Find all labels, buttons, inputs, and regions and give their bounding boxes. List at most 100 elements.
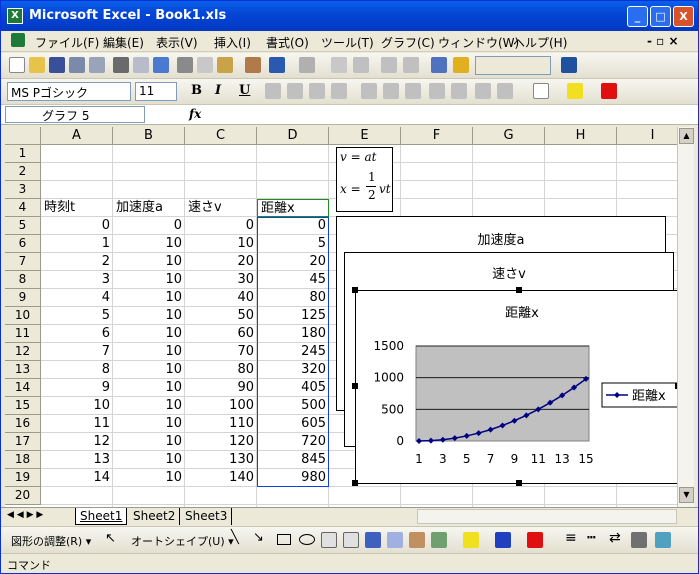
cell-a[interactable]: 10 [113,325,185,343]
row-header[interactable]: 8 [5,271,41,289]
cell-a[interactable]: 10 [113,343,185,361]
sort-ascending-icon[interactable] [381,57,397,73]
decrease-decimal-icon[interactable] [451,83,467,99]
cell-a[interactable]: 10 [113,307,185,325]
cell-t[interactable]: 2 [41,253,113,271]
textbox-tool-icon[interactable] [321,532,337,548]
cell-v[interactable]: 70 [185,343,257,361]
hyperlink-icon[interactable] [331,57,347,73]
wordart-icon[interactable] [365,532,381,548]
dash-style-icon[interactable]: ┅ [587,530,595,546]
cell-v[interactable]: 20 [185,253,257,271]
clipart-icon[interactable] [409,532,425,548]
font-size-select[interactable]: 11 [135,82,177,101]
row-header[interactable]: 5 [5,217,41,235]
menu-file[interactable]: ファイル(F) [35,34,99,51]
menu-help[interactable]: ヘルプ(H) [513,34,567,51]
row-header[interactable]: 12 [5,343,41,361]
rectangle-tool-icon[interactable] [277,534,291,545]
picture-icon[interactable] [431,532,447,548]
new-icon[interactable] [9,57,25,73]
worksheet-grid[interactable]: A B C D E F G H I 1 2 3 4 5 6 7 8 9 10 11 12 13 14 15 1… [5,127,677,507]
tab-sheet1[interactable]: Sheet1 [75,508,128,525]
cell-a4[interactable]: 時刻t [41,199,78,217]
column-header-b[interactable]: B [113,127,185,145]
draw-font-color-icon[interactable] [527,532,543,548]
cell-b4[interactable]: 加速度a [113,199,166,217]
maximize-button[interactable]: □ [650,6,671,27]
underline-button[interactable]: U [239,83,250,98]
row-header[interactable]: 13 [5,361,41,379]
line-style-icon[interactable]: ≡ [565,530,577,546]
cell-a[interactable]: 10 [113,361,185,379]
cell-v[interactable]: 50 [185,307,257,325]
font-name-select[interactable]: MS Pゴシック [7,82,131,101]
drawing-icon[interactable] [453,57,469,73]
cell-v[interactable]: 110 [185,415,257,433]
3d-icon[interactable] [655,532,671,548]
cell-v[interactable]: 100 [185,397,257,415]
row-header[interactable]: 16 [5,415,41,433]
cell-t[interactable]: 6 [41,325,113,343]
cell-a[interactable]: 10 [113,289,185,307]
paste-icon[interactable] [217,57,233,73]
print-preview-icon[interactable] [133,57,149,73]
copy-icon[interactable] [197,57,213,73]
vertical-textbox-icon[interactable] [343,532,359,548]
diagram-icon[interactable] [387,532,403,548]
cell-t[interactable]: 5 [41,307,113,325]
close-button[interactable]: X [673,6,694,27]
permission-icon[interactable] [69,57,85,73]
row-header[interactable]: 6 [5,235,41,253]
menu-format[interactable]: 書式(O) [266,34,309,51]
scroll-down-arrow-icon[interactable]: ▼ [679,487,694,503]
cell-d4[interactable]: 距離x [257,199,329,217]
column-header-d[interactable]: D [257,127,329,145]
save-icon[interactable] [49,57,65,73]
menu-chart[interactable]: グラフ(C) [381,34,435,51]
row-header[interactable]: 1 [5,145,41,163]
increase-indent-icon[interactable] [497,83,513,99]
selection-handle[interactable] [516,287,522,293]
arrow-style-icon[interactable]: ⇄ [609,530,621,546]
cell-a[interactable]: 10 [113,235,185,253]
scroll-up-arrow-icon[interactable]: ▲ [679,128,694,144]
redo-icon[interactable] [299,57,315,73]
cell-t[interactable]: 9 [41,379,113,397]
select-all-corner[interactable] [5,127,41,145]
chart-wizard-icon[interactable] [431,57,447,73]
cell-c4[interactable]: 速さv [185,199,225,217]
autosum-icon[interactable] [353,57,369,73]
tab-sheet2[interactable]: Sheet2 [129,508,181,525]
column-header-g[interactable]: G [473,127,545,145]
increase-decimal-icon[interactable] [429,83,445,99]
shadow-icon[interactable] [631,532,647,548]
fill-color-icon[interactable] [567,83,583,99]
line-color-icon[interactable] [495,532,511,548]
selection-handle[interactable] [516,480,522,486]
cell-v[interactable]: 30 [185,271,257,289]
cell-v[interactable]: 0 [185,217,257,235]
row-header[interactable]: 2 [5,163,41,181]
column-header-h[interactable]: H [545,127,617,145]
oval-tool-icon[interactable] [299,534,315,545]
minimize-button[interactable]: _ [627,6,648,27]
help-icon[interactable] [561,57,577,73]
cell-a[interactable]: 10 [113,271,185,289]
align-left-icon[interactable] [265,83,281,99]
cell-t[interactable]: 7 [41,343,113,361]
selection-handle[interactable] [352,480,358,486]
borders-icon[interactable] [533,83,549,99]
excel-app-icon[interactable]: X [7,8,23,24]
undo-icon[interactable] [269,57,285,73]
arrow-tool-icon[interactable]: ↘ [253,530,264,545]
cell-v[interactable]: 130 [185,451,257,469]
print-icon[interactable] [113,57,129,73]
menu-edit[interactable]: 編集(E) [103,34,144,51]
row-header[interactable]: 20 [5,487,41,505]
cell-t[interactable]: 0 [41,217,113,235]
tab-scroll-arrows-icon[interactable]: ◀ ◀ ▶ ▶ [7,510,43,520]
email-icon[interactable] [89,57,105,73]
vertical-scrollbar[interactable]: ▲ ▼ [677,127,694,507]
menu-insert[interactable]: 挿入(I) [214,34,251,51]
